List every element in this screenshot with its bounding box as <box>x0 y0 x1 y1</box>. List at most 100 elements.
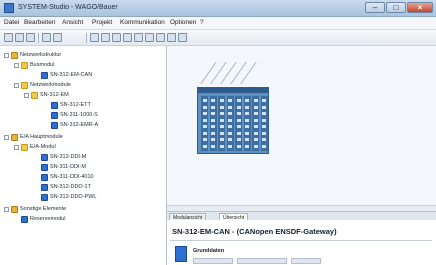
redo-icon[interactable] <box>53 33 62 42</box>
tree-item-label: SN-311-DDI-4010 <box>50 174 94 180</box>
terminal-point <box>228 118 232 122</box>
save-icon[interactable] <box>26 33 35 42</box>
close-button[interactable]: × <box>407 2 433 13</box>
rack-module-slot[interactable] <box>226 96 234 151</box>
terminal-point <box>211 138 215 141</box>
project-tree[interactable]: Netzwerkstruktur Busmodul SN-312-EM-CAN … <box>0 46 167 265</box>
terminal-point <box>202 112 207 115</box>
menu-item-kommunikation[interactable]: Kommunikation <box>120 19 165 26</box>
menu-item-optionen[interactable]: Optionen <box>170 19 196 26</box>
terminal-point <box>202 125 207 128</box>
tree-item-label: E/A-Modul <box>30 144 56 150</box>
properties-icon[interactable] <box>134 33 143 42</box>
collapse-icon[interactable] <box>24 93 29 98</box>
menu-item-bearbeiten[interactable]: Bearbeiten <box>24 19 55 26</box>
detail-panel: SN-312-EM-CAN - (CANopen ENSDF-Gateway) … <box>167 220 436 265</box>
terminal-point <box>202 105 207 109</box>
undo-icon[interactable] <box>42 33 51 42</box>
tree-item-label: SN-312-EM-CAN <box>50 72 93 78</box>
rack-module-slot[interactable] <box>252 96 259 151</box>
tree-item-label: SN-312-DDO-PWL <box>50 194 97 200</box>
window-title: SYSTEM-Studio - WAGO/Bauer <box>18 4 118 11</box>
detail-field[interactable] <box>291 258 321 264</box>
terminal-point <box>262 138 266 141</box>
menu-item-help[interactable]: ? <box>200 19 204 26</box>
terminal-point <box>211 131 215 135</box>
terminal-point <box>236 118 241 122</box>
download-icon[interactable] <box>167 33 176 42</box>
upload-icon[interactable] <box>156 33 165 42</box>
menu-item-ansicht[interactable]: Ansicht <box>62 19 83 26</box>
rack-module-slot[interactable] <box>243 96 251 151</box>
terminal-point <box>253 118 258 122</box>
tree-item-label: Netzwerkmodule <box>30 82 71 88</box>
terminal-point <box>219 105 224 109</box>
project-icon <box>11 52 18 59</box>
folder-icon <box>21 62 28 69</box>
terminal-point <box>228 131 232 135</box>
menu-item-projekt[interactable]: Projekt <box>92 19 112 26</box>
collapse-icon[interactable] <box>14 83 19 88</box>
terminal-point <box>219 125 224 128</box>
terminal-point <box>245 99 249 102</box>
rack-module-slot[interactable] <box>209 96 217 151</box>
terminal-point <box>245 144 249 148</box>
cut-icon[interactable] <box>90 33 99 42</box>
terminal-point <box>253 99 258 102</box>
cable-line <box>200 62 217 84</box>
new-icon[interactable] <box>4 33 13 42</box>
terminal-point <box>228 144 232 148</box>
terminal-point <box>253 125 258 128</box>
toolbar-separator <box>38 33 39 43</box>
terminal-point <box>211 112 215 115</box>
detail-title: SN-312-EM-CAN - (CANopen ENSDF-Gateway) <box>172 227 337 236</box>
terminal-point <box>253 105 258 109</box>
menu-item-datei[interactable]: Datei <box>4 19 19 26</box>
rack-module-slot[interactable] <box>235 96 242 151</box>
tree-item-label: SN-311-DDI-M <box>50 164 86 170</box>
terminal-point <box>253 138 258 141</box>
open-icon[interactable] <box>15 33 24 42</box>
rack-module-slot[interactable] <box>260 96 268 151</box>
tree-item-label: Busmodul <box>30 62 55 68</box>
detail-field[interactable] <box>193 258 233 264</box>
maximize-button[interactable]: □ <box>386 2 406 13</box>
paste-icon[interactable] <box>112 33 121 42</box>
terminal-point <box>202 144 207 148</box>
terminal-point <box>219 131 224 135</box>
minimize-button[interactable]: – <box>365 2 385 13</box>
project-icon <box>11 134 18 141</box>
terminal-point <box>236 105 241 109</box>
terminal-point <box>262 131 266 135</box>
terminal-point <box>219 144 224 148</box>
terminal-point <box>202 131 207 135</box>
terminal-point <box>245 125 249 128</box>
terminal-point <box>228 105 232 109</box>
bus-cables <box>200 52 260 92</box>
tree-item-label: Reservemodul <box>30 216 66 222</box>
terminal-point <box>228 125 232 128</box>
terminal-point <box>245 131 249 135</box>
collapse-icon[interactable] <box>4 53 9 58</box>
terminal-point <box>236 144 241 148</box>
copy-icon[interactable] <box>101 33 110 42</box>
title-bar[interactable]: SYSTEM-Studio - WAGO/Bauer – □ × <box>0 0 436 17</box>
toolbar <box>0 30 436 46</box>
collapse-icon[interactable] <box>14 145 19 150</box>
rack-module-slot[interactable] <box>218 96 225 151</box>
help-icon[interactable] <box>178 33 187 42</box>
terminal-point <box>219 138 224 141</box>
delete-icon[interactable] <box>123 33 132 42</box>
terminal-point <box>211 118 215 122</box>
rack-module-slot[interactable] <box>201 96 208 151</box>
detail-field[interactable] <box>237 258 287 264</box>
terminal-point <box>253 112 258 115</box>
module-rack[interactable] <box>197 92 269 154</box>
project-icon <box>11 206 18 213</box>
connect-icon[interactable] <box>145 33 154 42</box>
collapse-icon[interactable] <box>14 63 19 68</box>
terminal-point <box>202 138 207 141</box>
collapse-icon[interactable] <box>4 207 9 212</box>
section-heading: Grunddaten <box>193 248 225 254</box>
collapse-icon[interactable] <box>4 135 9 140</box>
